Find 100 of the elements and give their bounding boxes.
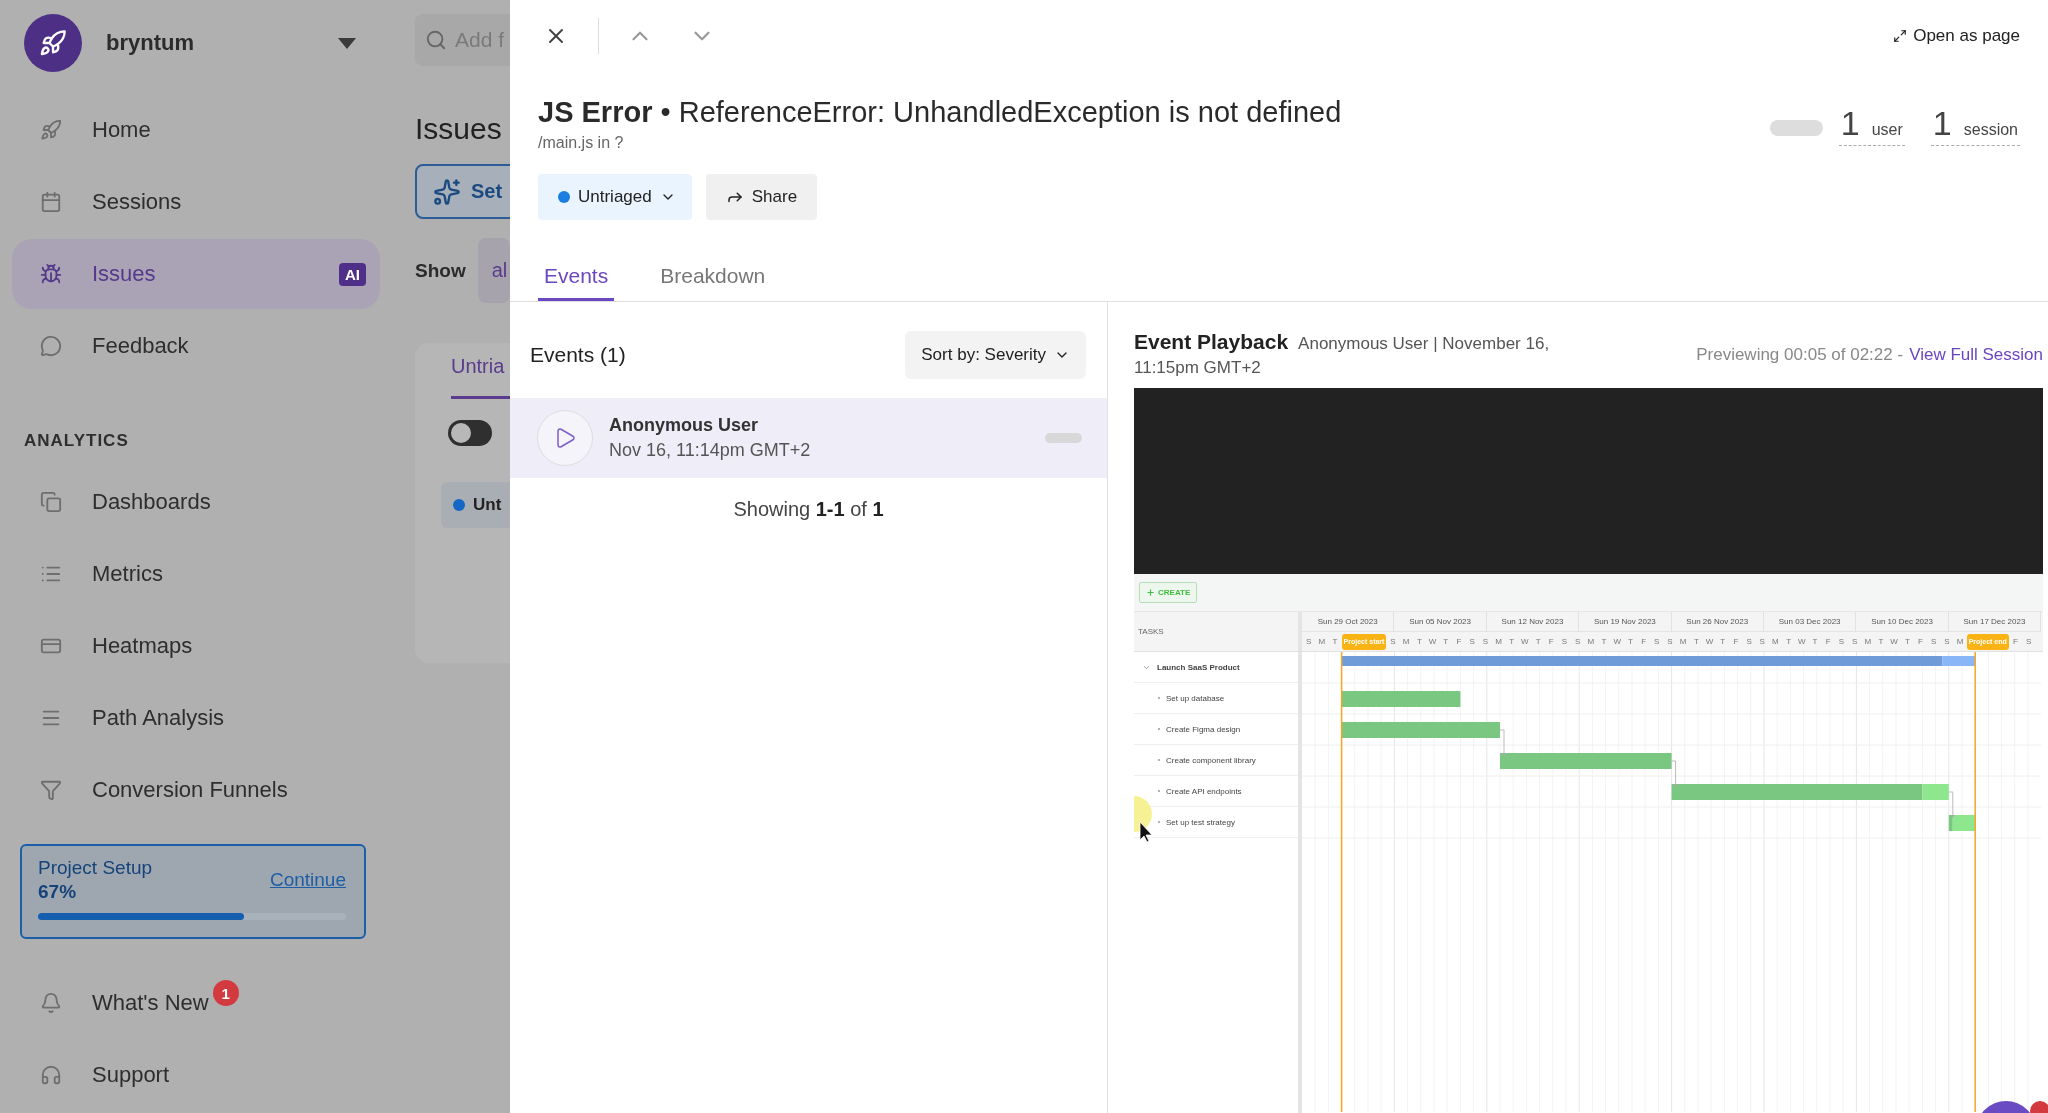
dependency-arrow	[1948, 791, 1955, 818]
nav-icon	[40, 191, 62, 213]
week-label: Sun 29 Oct 2023	[1302, 612, 1395, 631]
day-label: T	[1442, 637, 1450, 646]
day-label: F	[1640, 637, 1647, 646]
status-dropdown[interactable]: Untriaged	[538, 174, 692, 220]
open-as-page-link[interactable]: Open as page	[1893, 26, 2020, 46]
sparkles-icon	[433, 177, 461, 206]
nav-item[interactable]: Home	[12, 95, 380, 165]
day-label: S	[2024, 637, 2033, 646]
task-row[interactable]: Launch SaaS Product	[1134, 652, 1298, 683]
ai-badge: AI	[339, 262, 366, 286]
day-label: M	[1863, 637, 1873, 646]
day-label: T	[1785, 637, 1793, 646]
plus-icon	[1146, 588, 1155, 597]
nav-item[interactable]: Metrics	[12, 539, 380, 609]
status-dot	[453, 499, 465, 511]
day-label: M	[1401, 637, 1411, 646]
expand-icon	[1893, 29, 1908, 43]
day-label: T	[1508, 637, 1516, 646]
loading-placeholder	[1045, 433, 1082, 443]
tab[interactable]: Breakdown	[654, 254, 772, 301]
pagination-text: Showing 1-1 of 1	[732, 498, 885, 521]
tasks-heading: TASKS	[1138, 627, 1164, 636]
day-label: S	[1850, 637, 1859, 646]
day-label: S	[1666, 637, 1674, 646]
day-label: M	[1771, 637, 1780, 646]
rocket-icon	[39, 29, 67, 57]
day-label: F	[1455, 637, 1463, 646]
share-button[interactable]: Share	[705, 174, 818, 220]
view-full-session-link[interactable]: View Full Session	[1909, 345, 2043, 365]
status-pill[interactable]: Unt	[441, 482, 510, 528]
show-label: Show	[415, 259, 466, 282]
day-label: F	[1732, 637, 1740, 646]
sort-dropdown[interactable]: Sort by: Severity	[905, 331, 1086, 379]
nav-item[interactable]: Support	[12, 1040, 380, 1110]
issue-title: JS Error • ReferenceError: UnhandledException is not defined	[538, 95, 1343, 130]
playback-heading: Event Playback Anonymous User | November 16, 11:15pm GMT+2	[1134, 330, 1551, 379]
setup-title: Project Setup	[38, 856, 153, 880]
nav-item[interactable]: Dashboards	[12, 467, 380, 537]
day-label: T	[1811, 637, 1819, 646]
event-row[interactable]: Anonymous User Nov 16, 11:14pm GMT+2	[510, 398, 1107, 478]
filter-dropdown[interactable]: al	[477, 238, 510, 303]
task-row[interactable]: Create component library	[1134, 745, 1298, 776]
nav-icon	[40, 779, 62, 801]
dependency-arrow	[1671, 760, 1678, 787]
section-heading: ANALYTICS	[23, 431, 130, 451]
nav-item[interactable]: Heatmaps	[12, 611, 380, 681]
day-label: T	[1600, 637, 1608, 646]
day-label: S	[1560, 637, 1569, 646]
week-label: Sun 03 Dec 2023	[1763, 612, 1857, 631]
nav-item[interactable]: What's New 1	[12, 968, 380, 1038]
day-label: T	[1534, 637, 1542, 646]
day-label: T	[1331, 637, 1339, 646]
events-heading: Events (1)	[530, 343, 626, 367]
day-label: S	[1468, 637, 1476, 646]
day-label: W	[1427, 637, 1438, 646]
week-label: Sun 17 Dec 2023	[1948, 612, 2042, 631]
nav-icon	[40, 119, 62, 141]
day-label: S	[1943, 637, 1951, 646]
day-label: S	[1389, 637, 1397, 646]
day-label: S	[1758, 637, 1766, 646]
tab[interactable]: Events	[538, 254, 615, 301]
day-label: F	[1917, 637, 1924, 646]
stat-value: 1	[1932, 104, 1952, 143]
workspace-name: bryntum	[106, 30, 194, 56]
event-time: Nov 16, 11:14pm GMT+2	[609, 440, 812, 461]
dropdown-caret-icon[interactable]	[338, 37, 356, 49]
task-row[interactable]: Create Figma design	[1134, 714, 1298, 745]
day-label: T	[1719, 637, 1727, 646]
day-label: M	[1678, 637, 1688, 646]
task-row[interactable]: Set up database	[1134, 683, 1298, 714]
day-label: F	[1824, 637, 1832, 646]
day-label: S	[1745, 637, 1753, 646]
nav-item[interactable]: Conversion Funnels	[12, 755, 380, 825]
loading-placeholder	[1769, 120, 1823, 136]
event-user: Anonymous User	[609, 415, 760, 436]
status-dot	[558, 191, 570, 203]
day-label: W	[1612, 637, 1622, 646]
day-label: M	[1494, 637, 1503, 646]
nav-item[interactable]: Issues AI	[12, 239, 380, 309]
preview-text: Previewing 00:05 of 02:22 -	[1696, 345, 1904, 365]
day-label: W	[1889, 637, 1899, 646]
stat-value: 1	[1840, 104, 1860, 143]
day-label: M	[1586, 637, 1596, 646]
setup-button[interactable]: Set	[415, 164, 510, 219]
play-button[interactable]	[537, 410, 593, 466]
day-label: F	[1547, 637, 1555, 646]
day-label: S	[1837, 637, 1846, 646]
toggle-switch[interactable]	[448, 420, 492, 446]
nav-icon	[40, 263, 62, 285]
nav-item[interactable]: Path Analysis	[12, 683, 380, 753]
day-label: W	[1704, 637, 1715, 646]
day-label: S	[1930, 637, 1938, 646]
day-label: M	[1955, 637, 1965, 646]
nav-item[interactable]: Sessions	[12, 167, 380, 237]
day-label: T	[1626, 637, 1634, 646]
day-label: W	[1520, 637, 1530, 646]
nav-item[interactable]: Feedback	[12, 311, 380, 381]
day-label: M	[1317, 637, 1327, 646]
